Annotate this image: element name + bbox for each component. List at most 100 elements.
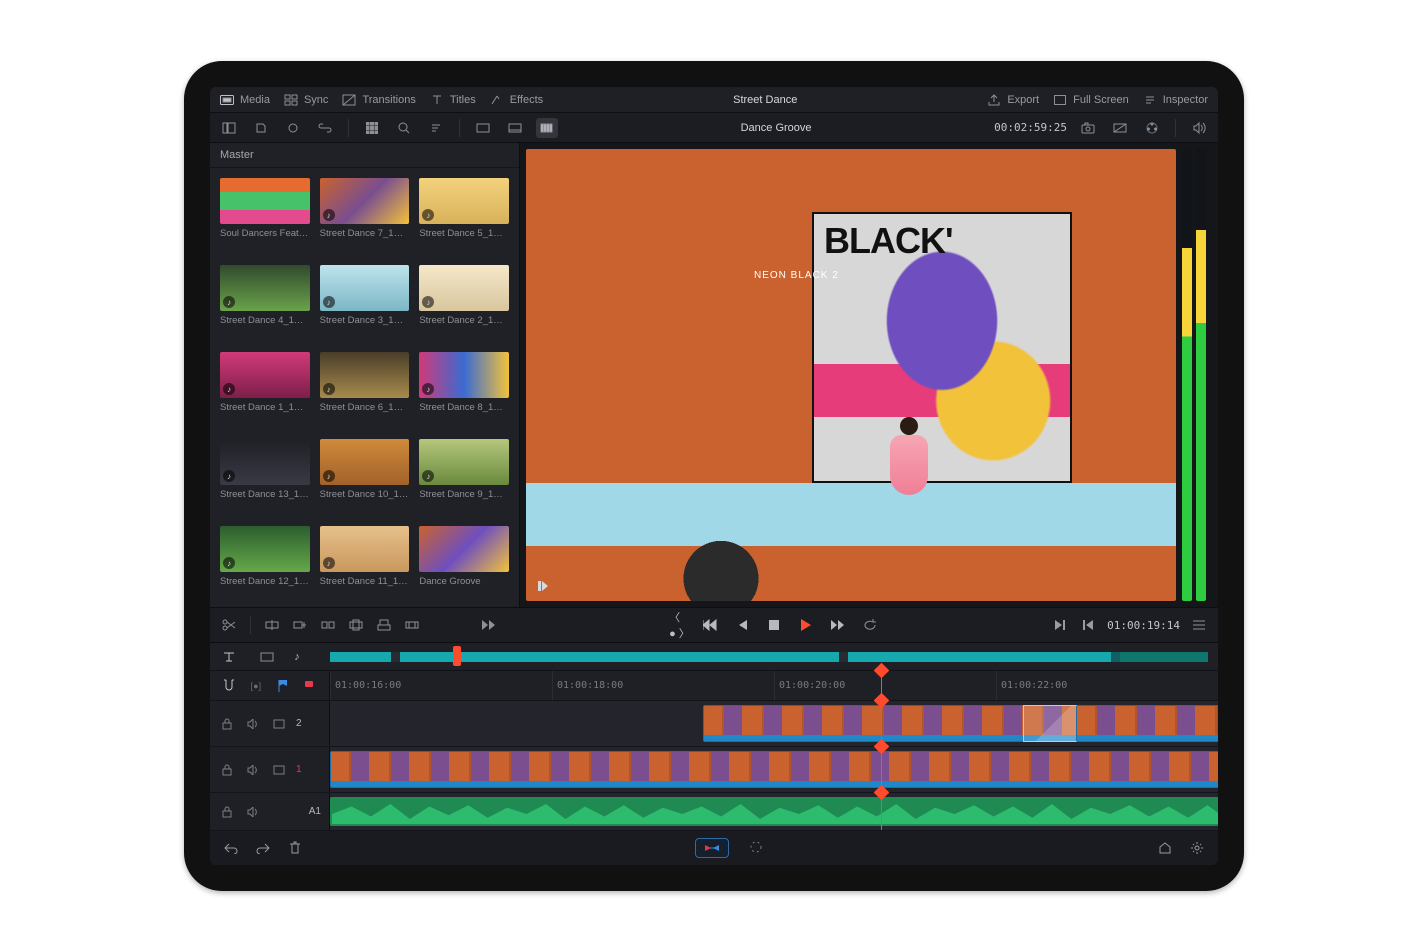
video-clip[interactable]	[330, 751, 1218, 788]
lock-icon[interactable]	[218, 715, 236, 733]
preview-frame[interactable]	[526, 149, 1176, 601]
clip-thumb[interactable]: ♪Street Dance 6_1…	[320, 352, 410, 429]
play[interactable]	[797, 616, 815, 634]
tab-sync[interactable]: Sync	[284, 93, 328, 107]
clip-thumb[interactable]: ♪Street Dance 8_1…	[419, 352, 509, 429]
volume-button[interactable]	[1188, 118, 1210, 138]
track-layout[interactable]	[258, 648, 276, 666]
go-start[interactable]	[701, 616, 719, 634]
transition[interactable]	[1023, 705, 1083, 742]
clip-thumb[interactable]: ♪Street Dance 10_1…	[320, 439, 410, 516]
source-overwrite[interactable]	[403, 616, 421, 634]
clip-thumb[interactable]: ♪Street Dance 5_1…	[419, 178, 509, 255]
marker-tool[interactable]: [●]	[247, 677, 264, 695]
clip-thumb[interactable]: Soul Dancers Feat…	[220, 178, 310, 255]
text-tool[interactable]	[220, 648, 238, 666]
track-body-v2[interactable]	[330, 701, 1218, 746]
tab-effects[interactable]: Effects	[490, 93, 543, 107]
bypass-button[interactable]	[1109, 118, 1131, 138]
track-head-v1[interactable]: 1	[210, 747, 330, 792]
clip-thumb[interactable]: ♪Street Dance 3_1…	[320, 265, 410, 342]
viewer-mode-2[interactable]	[504, 118, 526, 138]
monitor-icon[interactable]	[270, 761, 288, 779]
stop[interactable]	[765, 616, 783, 634]
clip-thumb[interactable]: ♪Street Dance 12_1…	[220, 526, 310, 603]
video-clip[interactable]	[1076, 705, 1218, 742]
viewer[interactable]	[520, 143, 1218, 607]
grab-still-button[interactable]	[1077, 118, 1099, 138]
close-up[interactable]	[347, 616, 365, 634]
audio-badge-icon: ♪	[223, 383, 235, 395]
timeline-ruler[interactable]: [●] 01:00:16:00 01:00:18:00 01:00:20:00 …	[210, 671, 1218, 701]
link-button[interactable]	[314, 118, 336, 138]
lock-icon[interactable]	[218, 761, 236, 779]
marker-red[interactable]	[302, 677, 319, 695]
scopes-button[interactable]	[1141, 118, 1163, 138]
prev-clip[interactable]	[1079, 616, 1097, 634]
track-head-v2[interactable]: 2	[210, 701, 330, 746]
pool-layout-button[interactable]	[218, 118, 240, 138]
redo-button[interactable]	[254, 839, 272, 857]
loop[interactable]	[861, 616, 879, 634]
mute-icon[interactable]	[244, 761, 262, 779]
overview-playhead[interactable]	[453, 646, 461, 666]
prev-edit[interactable]: 〈 ● 〉	[669, 616, 687, 634]
timeline-playhead[interactable]	[881, 793, 882, 830]
tab-inspector[interactable]: Inspector	[1143, 93, 1208, 107]
mute-icon[interactable]	[244, 803, 262, 821]
clip-thumb[interactable]: Dance Groove	[419, 526, 509, 603]
viewer-mode-3[interactable]	[536, 118, 558, 138]
timeline-overview[interactable]: ♪	[210, 643, 1218, 671]
append[interactable]	[291, 616, 309, 634]
timeline-menu[interactable]	[1190, 616, 1208, 634]
mark-in-icon[interactable]	[534, 577, 552, 595]
clip-thumb[interactable]: ♪Street Dance 11_1…	[320, 526, 410, 603]
next-clip[interactable]	[1051, 616, 1069, 634]
audio-toggle[interactable]: ♪	[288, 648, 306, 666]
tab-media[interactable]: Media	[220, 93, 270, 107]
monitor-icon[interactable]	[270, 715, 288, 733]
sort-button[interactable]	[425, 118, 447, 138]
tab-fullscreen[interactable]: Full Screen	[1053, 93, 1129, 107]
step-back[interactable]	[733, 616, 751, 634]
delete-button[interactable]	[286, 839, 304, 857]
track-body-v1[interactable]	[330, 747, 1218, 792]
track-body-a1[interactable]	[330, 793, 1218, 830]
smart-insert[interactable]	[263, 616, 281, 634]
home-button[interactable]	[1156, 839, 1174, 857]
split-tool[interactable]	[220, 616, 238, 634]
sync-bin-button[interactable]	[282, 118, 304, 138]
audio-clip[interactable]	[330, 797, 1218, 826]
tab-titles[interactable]: Titles	[430, 93, 476, 107]
settings-button[interactable]	[1188, 839, 1206, 857]
source-timecode[interactable]: 00:02:59:25	[994, 121, 1067, 134]
viewer-mode-1[interactable]	[472, 118, 494, 138]
clip-thumb[interactable]: ♪Street Dance 9_1…	[419, 439, 509, 516]
overview-track[interactable]	[330, 652, 1208, 662]
track-head-a1[interactable]: A1	[210, 793, 330, 830]
clip-thumb[interactable]: ♪Street Dance 2_1…	[419, 265, 509, 342]
clip-thumb[interactable]: ♪Street Dance 7_1…	[320, 178, 410, 255]
step-fwd[interactable]	[829, 616, 847, 634]
tab-export[interactable]: Export	[987, 93, 1039, 107]
fast-review[interactable]	[479, 616, 497, 634]
lock-icon[interactable]	[218, 803, 236, 821]
clip-thumb[interactable]: ♪Street Dance 1_1…	[220, 352, 310, 429]
import-button[interactable]	[250, 118, 272, 138]
search-button[interactable]	[393, 118, 415, 138]
grid-view-button[interactable]	[361, 118, 383, 138]
flag-blue[interactable]	[275, 677, 292, 695]
mute-icon[interactable]	[244, 715, 262, 733]
tab-transitions[interactable]: Transitions	[342, 93, 415, 107]
cut-page-button[interactable]	[695, 838, 729, 858]
ruler-scale[interactable]: 01:00:16:00 01:00:18:00 01:00:20:00 01:0…	[330, 671, 1218, 700]
snap-toggle[interactable]	[220, 677, 237, 695]
ripple-overwrite[interactable]	[319, 616, 337, 634]
place-on-top[interactable]	[375, 616, 393, 634]
divider	[1175, 119, 1176, 137]
clip-thumb[interactable]: ♪Street Dance 4_1…	[220, 265, 310, 342]
bin-name[interactable]: Master	[210, 143, 519, 168]
clip-thumb[interactable]: ♪Street Dance 13_1…	[220, 439, 310, 516]
undo-button[interactable]	[222, 839, 240, 857]
record-timecode[interactable]: 01:00:19:14	[1107, 619, 1180, 632]
